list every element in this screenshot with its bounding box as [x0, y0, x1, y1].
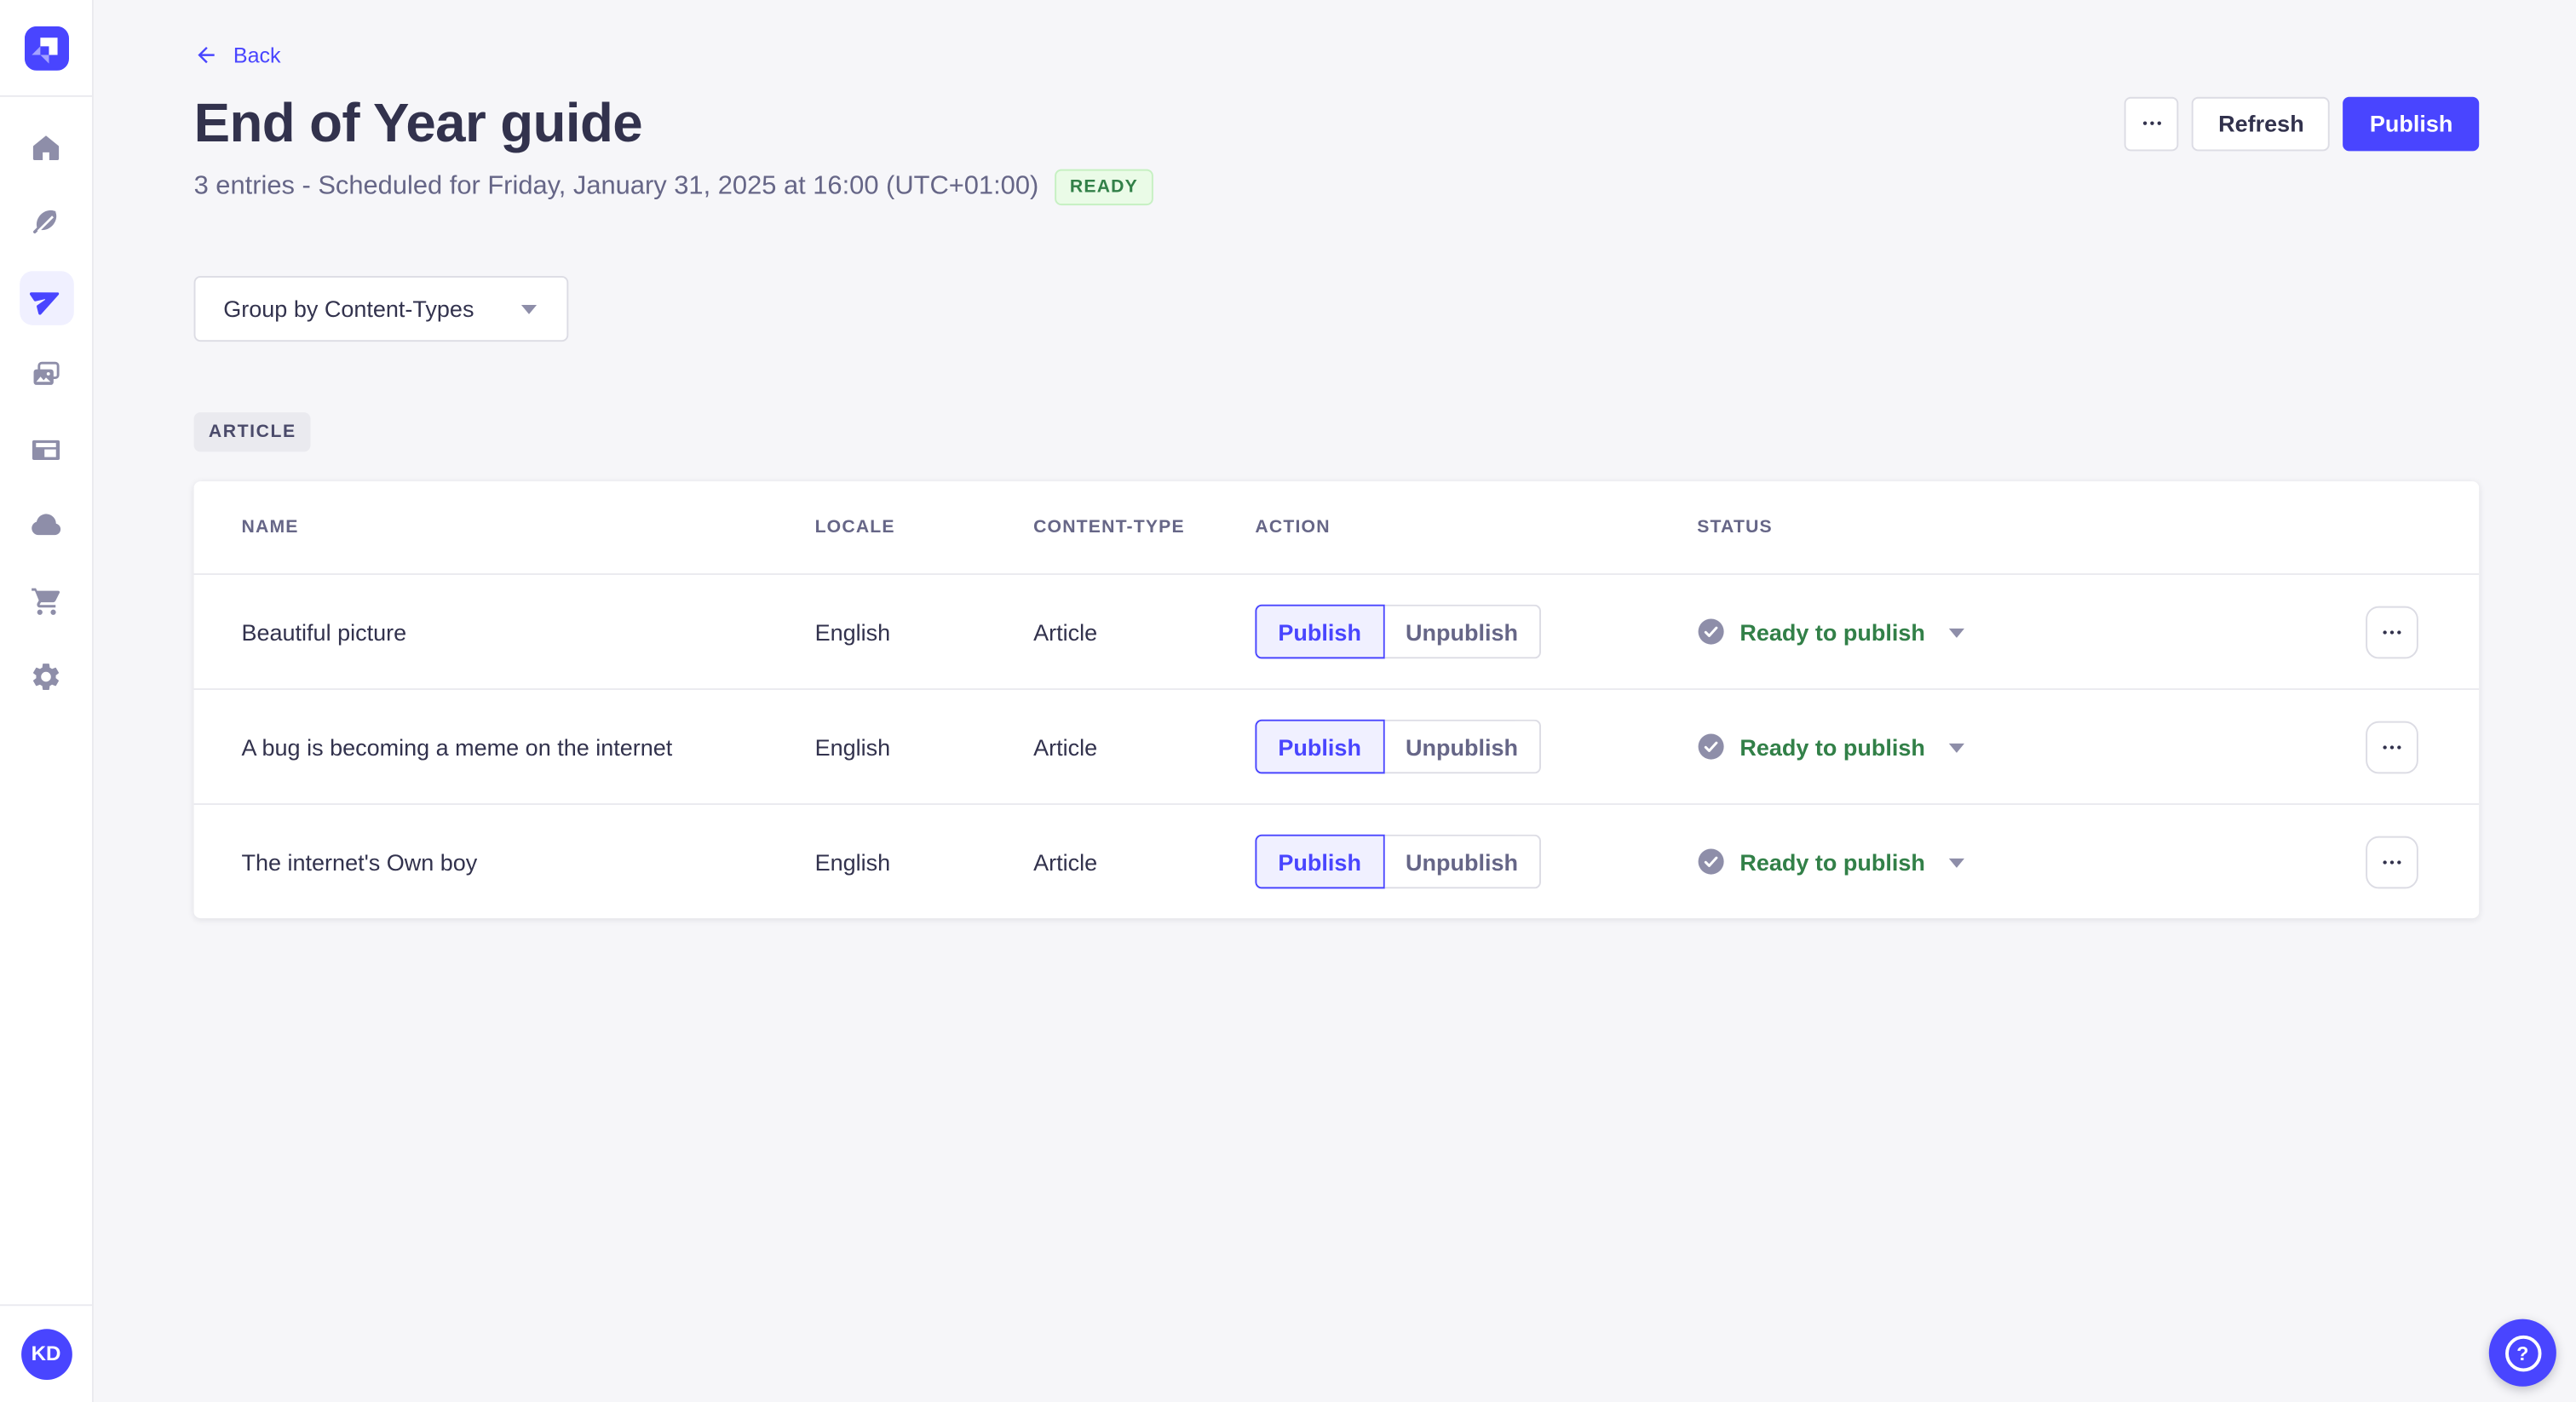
home-icon [32, 135, 60, 160]
more-icon [2383, 859, 2401, 864]
sidebar-item-marketplace[interactable] [19, 573, 73, 628]
check-circle-icon [1698, 733, 1724, 760]
entry-action-cell: Publish Unpublish [1255, 604, 1697, 659]
row-unpublish-toggle[interactable]: Unpublish [1383, 719, 1541, 774]
question-mark-icon: ? [2504, 1334, 2541, 1371]
column-header-action: ACTION [1255, 517, 1331, 537]
status-chevron-icon[interactable] [1946, 737, 1966, 756]
check-circle-icon [1698, 848, 1724, 875]
sidebar: KD [0, 0, 94, 1402]
entry-name: The internet's Own boy [241, 848, 478, 875]
column-header-name: NAME [241, 517, 299, 537]
strapi-logo-icon [23, 25, 69, 70]
status-badge: READY [1055, 169, 1153, 206]
entry-status-cell: Ready to publish [1697, 618, 2366, 646]
row-unpublish-toggle[interactable]: Unpublish [1383, 834, 1541, 889]
table-row: Beautiful picture English Article Publis… [193, 573, 2480, 688]
entry-action-cell: Publish Unpublish [1255, 834, 1697, 889]
entry-content-type: Article [1033, 618, 1098, 645]
more-icon [2383, 744, 2401, 749]
entry-menu-cell [2366, 835, 2420, 888]
group-by-select[interactable]: Group by Content-Types [193, 276, 569, 342]
entry-menu-cell [2366, 720, 2420, 773]
gear-icon [32, 663, 60, 690]
back-arrow-icon [198, 46, 215, 64]
check-circle-icon [1698, 618, 1724, 645]
entries-table: NAME LOCALE CONTENT-TYPE ACTION STATUS B… [193, 481, 2480, 919]
column-header-status: STATUS [1697, 517, 1773, 537]
entry-action-cell: Publish Unpublish [1255, 719, 1697, 774]
workspace-logo[interactable] [0, 0, 92, 97]
chevron-down-icon [520, 304, 538, 314]
entry-name: A bug is becoming a meme on the internet [241, 733, 673, 760]
toolbar: Group by Content-Types [193, 276, 2480, 342]
entry-status-label: Ready to publish [1739, 618, 1925, 645]
publish-release-button[interactable]: Publish [2343, 95, 2480, 151]
row-unpublish-toggle[interactable]: Unpublish [1383, 604, 1541, 659]
row-publish-toggle[interactable]: Publish [1255, 719, 1384, 774]
group-by-label: Group by Content-Types [223, 296, 474, 322]
more-icon [2142, 121, 2161, 125]
sidebar-item-content-manager[interactable] [19, 195, 73, 250]
entry-content-type: Article [1033, 848, 1098, 875]
entry-status-label: Ready to publish [1739, 733, 1925, 760]
release-meta-row: 3 entries - Scheduled for Friday, Januar… [193, 169, 2480, 206]
app: KD Back End of Year guide Refresh Publis… [0, 0, 2576, 1402]
table-header: NAME LOCALE CONTENT-TYPE ACTION STATUS [194, 481, 2480, 573]
page-title: End of Year guide [193, 91, 643, 153]
entry-status-cell: Ready to publish [1697, 848, 2366, 876]
feather-icon [33, 209, 57, 233]
sidebar-item-content-type-builder[interactable] [19, 422, 73, 477]
row-menu-button[interactable] [2366, 835, 2418, 888]
release-more-button[interactable] [2125, 95, 2179, 151]
column-header-locale: LOCALE [814, 517, 895, 537]
cart-icon [32, 587, 60, 614]
row-publish-toggle[interactable]: Publish [1255, 604, 1384, 659]
paper-plane-icon [29, 291, 60, 314]
entry-status-cell: Ready to publish [1697, 733, 2366, 761]
table-body: Beautiful picture English Article Publis… [193, 573, 2480, 918]
main-content: Back End of Year guide Refresh Publish 3… [95, 0, 2576, 1402]
status-chevron-icon[interactable] [1946, 622, 1966, 641]
entry-content-type: Article [1033, 733, 1098, 760]
release-meta: 3 entries - Scheduled for Friday, Januar… [193, 172, 1039, 201]
avatar[interactable]: KD [20, 1328, 72, 1380]
table-row: A bug is becoming a meme on the internet… [193, 688, 2480, 803]
layout-icon [32, 439, 60, 460]
sidebar-item-media-library[interactable] [19, 347, 73, 401]
entry-locale: English [814, 848, 891, 875]
status-chevron-icon[interactable] [1946, 852, 1966, 871]
entry-menu-cell [2366, 605, 2420, 658]
publish-toggle-group: Publish Unpublish [1255, 834, 1541, 889]
help-button[interactable]: ? [2488, 1319, 2556, 1387]
entry-name: Beautiful picture [241, 618, 407, 645]
column-header-content-type: CONTENT-TYPE [1033, 517, 1185, 537]
entry-status-label: Ready to publish [1739, 848, 1925, 875]
row-publish-toggle[interactable]: Publish [1255, 834, 1384, 889]
publish-toggle-group: Publish Unpublish [1255, 604, 1541, 659]
back-label: Back [233, 43, 281, 68]
avatar-section: KD [0, 1303, 92, 1402]
sidebar-item-home[interactable] [19, 120, 73, 175]
title-row: End of Year guide Refresh Publish [194, 92, 2480, 154]
cloud-icon [32, 513, 61, 535]
back-link[interactable]: Back [194, 43, 281, 67]
row-menu-button[interactable] [2366, 720, 2418, 773]
sidebar-item-settings[interactable] [19, 649, 73, 704]
content-type-group-tag: ARTICLE [193, 412, 312, 452]
entry-locale: English [814, 618, 891, 645]
sidebar-nav [0, 97, 92, 1304]
row-menu-button[interactable] [2366, 605, 2418, 658]
publish-toggle-group: Publish Unpublish [1255, 719, 1541, 774]
entry-locale: English [814, 733, 891, 760]
pictures-icon [33, 360, 60, 384]
sidebar-item-releases[interactable] [19, 271, 73, 325]
table-row: The internet's Own boy English Article P… [193, 803, 2480, 918]
header-actions: Refresh Publish [2125, 95, 2480, 151]
refresh-button[interactable]: Refresh [2192, 95, 2331, 151]
more-icon [2383, 629, 2401, 634]
sidebar-item-cloud[interactable] [19, 497, 73, 552]
